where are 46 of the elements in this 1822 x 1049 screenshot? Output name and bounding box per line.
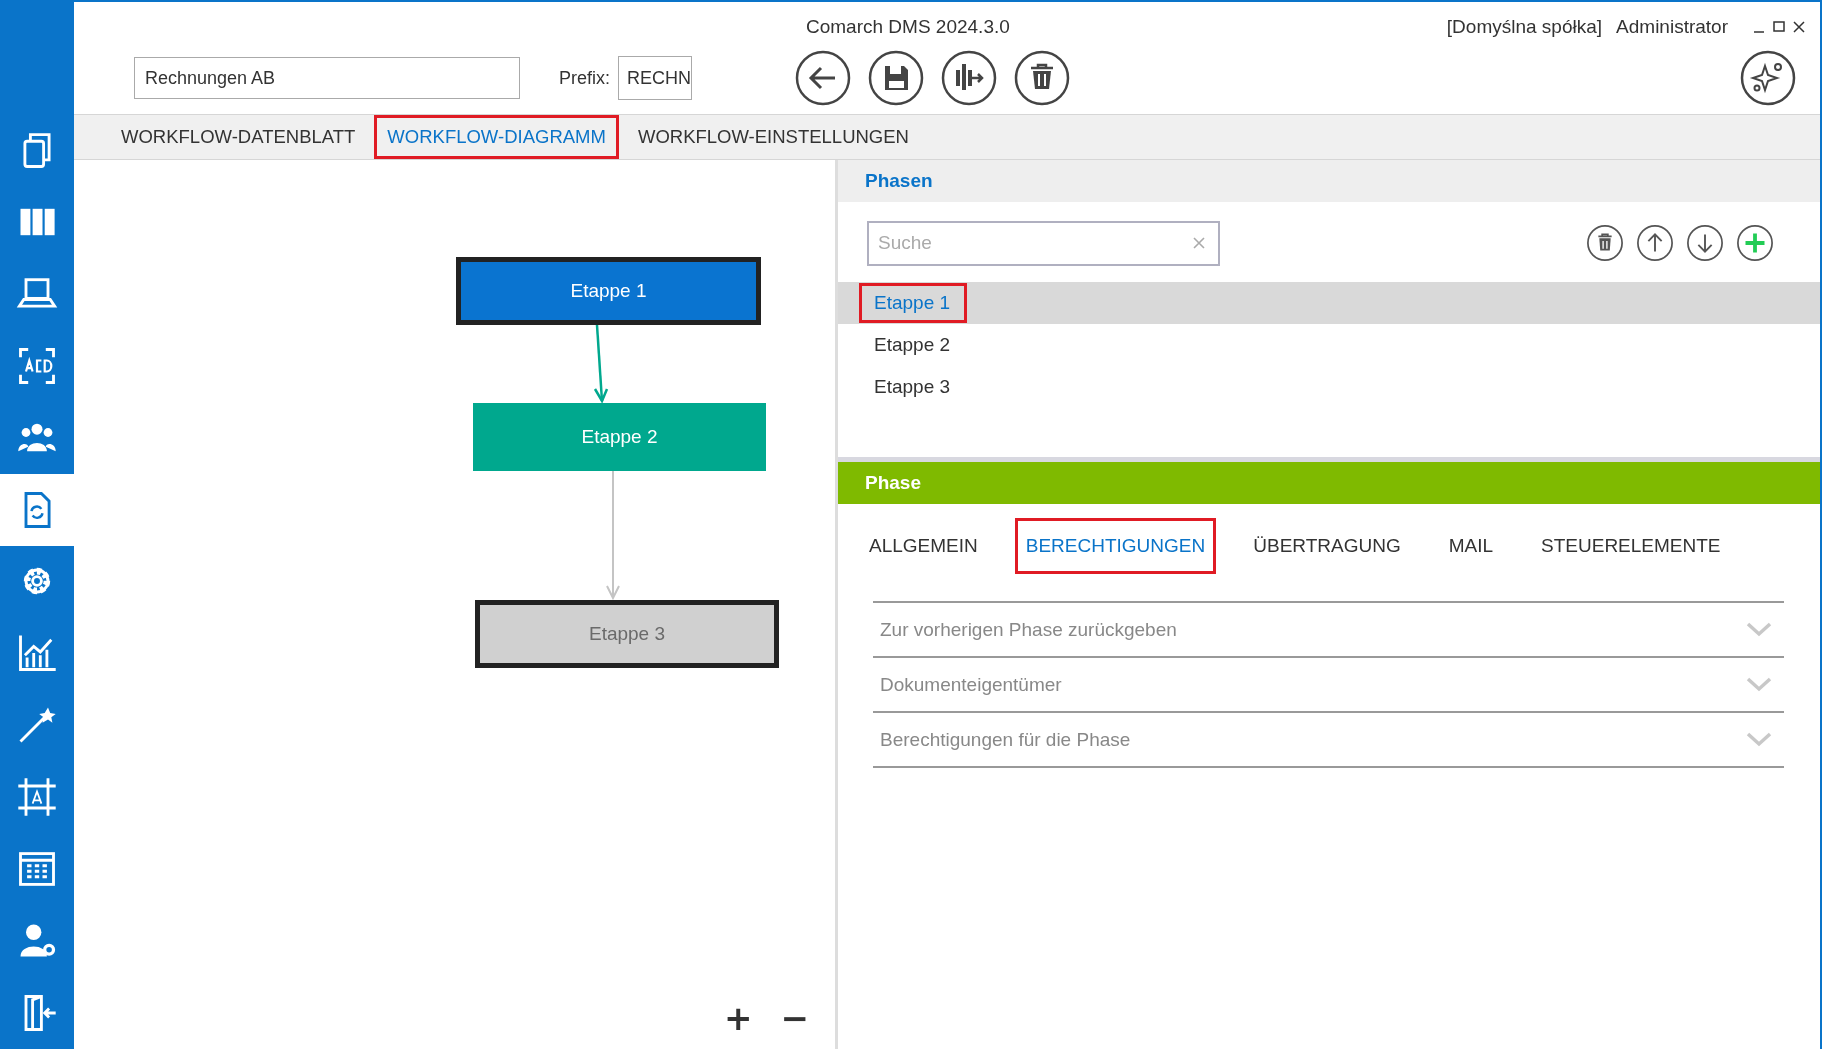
- chevron-down-icon: [1746, 731, 1772, 748]
- accordion-title: Berechtigungen für die Phase: [880, 728, 1131, 751]
- prefix-field[interactable]: RECHN: [618, 56, 692, 100]
- workflow-export-icon[interactable]: [941, 50, 997, 106]
- chevron-down-icon: [1746, 676, 1772, 693]
- phase-node[interactable]: Etappe 1: [456, 257, 761, 325]
- phase-name: Etappe 3: [873, 375, 952, 399]
- sidebar-item[interactable]: [0, 473, 74, 546]
- accordion-title: Dokumenteigentümer: [880, 673, 1062, 696]
- zoom-in-button[interactable]: +: [718, 1001, 759, 1035]
- chevron-down-icon: [1746, 621, 1772, 638]
- tab[interactable]: BERECHTIGUNGEN: [1014, 518, 1217, 574]
- company-label: [Domyślna spółka]: [1446, 16, 1603, 38]
- tab[interactable]: WORKFLOW-EINSTELLUNGEN: [624, 115, 922, 159]
- window-title: Comarch DMS 2024.3.0: [806, 16, 1010, 38]
- zoom-out-button[interactable]: −: [774, 1001, 815, 1035]
- accordion-header[interactable]: Dokumenteigentümer: [873, 658, 1784, 713]
- close-icon[interactable]: [1792, 20, 1806, 34]
- phase-list-item[interactable]: Etappe 2: [838, 324, 1820, 366]
- delete-icon[interactable]: [1586, 224, 1624, 262]
- add-icon[interactable]: [1736, 224, 1774, 262]
- prefix-label: Prefix:: [559, 67, 610, 89]
- tab[interactable]: MAIL: [1437, 518, 1505, 574]
- section-title: Phasen: [865, 170, 933, 192]
- tab[interactable]: ÜBERTRAGUNG: [1242, 518, 1412, 574]
- phase-list-item[interactable]: Etappe 3: [838, 366, 1820, 408]
- accordion-header[interactable]: Zur vorherigen Phase zurückgeben: [873, 603, 1784, 658]
- search-field[interactable]: Suche: [867, 220, 1220, 266]
- sparkle-icon[interactable]: [1740, 50, 1796, 106]
- phase-name: Etappe 1: [859, 283, 968, 323]
- move-up-icon[interactable]: [1636, 224, 1674, 262]
- accordion-title: Zur vorherigen Phase zurückgeben: [880, 618, 1177, 641]
- phase-name: Etappe 2: [873, 333, 952, 357]
- user-label: Administrator: [1616, 16, 1728, 38]
- delete-icon[interactable]: [1014, 50, 1070, 106]
- move-down-icon[interactable]: [1686, 224, 1724, 262]
- phase-node[interactable]: Etappe 3: [475, 600, 779, 668]
- tab[interactable]: ALLGEMEIN: [858, 518, 989, 574]
- maximize-icon[interactable]: [1772, 20, 1786, 34]
- tab[interactable]: WORKFLOW-DIAGRAMM: [374, 115, 619, 159]
- accordion-header[interactable]: Berechtigungen für die Phase: [873, 713, 1784, 768]
- name-field[interactable]: Rechnungen AB: [134, 57, 520, 99]
- tab[interactable]: STEUERELEMENTE: [1530, 518, 1732, 574]
- tab[interactable]: WORKFLOW-DATENBLATT: [108, 115, 369, 159]
- save-icon[interactable]: [868, 50, 924, 106]
- section-title: Phase: [865, 472, 921, 494]
